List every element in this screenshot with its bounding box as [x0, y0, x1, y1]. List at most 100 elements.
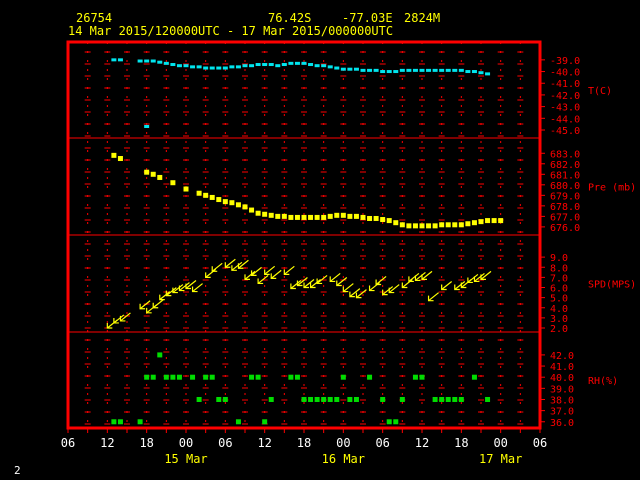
pressure-point [288, 214, 294, 220]
temp-point [373, 68, 379, 72]
temp-point [380, 70, 386, 74]
y-tick-label: 38.0 [550, 395, 574, 406]
pressure-point [373, 215, 379, 221]
pressure-point [308, 214, 314, 220]
temp-point [393, 70, 399, 74]
temp-point [432, 68, 438, 72]
pressure-point [327, 213, 333, 219]
pressure-point [209, 194, 215, 200]
date-label: 15 Mar [164, 452, 207, 466]
rh-point [157, 352, 163, 358]
y-tick-label: 41.0 [550, 362, 574, 373]
rh-point [262, 419, 268, 425]
temp-point [209, 66, 215, 70]
temp-point [176, 64, 182, 68]
y-tick-label: 36.0 [550, 418, 574, 429]
date-label: 16 Mar [322, 452, 365, 466]
pressure-point [255, 210, 261, 216]
y-tick-label: 677.0 [550, 212, 580, 223]
temp-point [426, 68, 432, 72]
rh-point [255, 374, 261, 380]
pressure-point [222, 199, 228, 205]
temp-point [445, 68, 451, 72]
y-tick-label: 679.0 [550, 191, 580, 202]
temp-point [196, 65, 202, 69]
pressure-point [196, 190, 202, 196]
y-tick-label: -44.0 [550, 114, 580, 125]
x-tick-label: 06 [61, 436, 75, 450]
x-tick-label: 06 [218, 436, 232, 450]
x-tick-label: 00 [336, 436, 350, 450]
temp-point [111, 58, 117, 62]
rh-point [386, 419, 392, 425]
wind-arrow [401, 279, 413, 288]
x-tick-label: 18 [297, 436, 311, 450]
rh-point [419, 374, 425, 380]
temp-point [347, 67, 353, 71]
series-2 [106, 258, 492, 329]
rh-point [399, 396, 405, 402]
temp-point [386, 70, 392, 74]
pressure-point [321, 214, 327, 220]
temp-point [301, 61, 307, 65]
rh-point [412, 374, 418, 380]
x-tick-label: 18 [139, 436, 153, 450]
temp-point [216, 66, 222, 70]
rh-point [176, 374, 182, 380]
rh-point [288, 374, 294, 380]
x-tick-label: 06 [533, 436, 547, 450]
temp-point [117, 58, 123, 62]
rh-point [393, 419, 399, 425]
rh-point [301, 396, 307, 402]
rh-point [137, 419, 143, 425]
panel-label: Pre (mb) [588, 183, 636, 194]
rh-point [458, 396, 464, 402]
pressure-point [268, 212, 274, 218]
rh-point [439, 396, 445, 402]
pressure-point [347, 213, 353, 219]
pressure-point [393, 220, 399, 226]
y-tick-label: 681.0 [550, 170, 580, 181]
pressure-point [150, 171, 156, 177]
pressure-point [485, 218, 491, 224]
y-tick-label: -45.0 [550, 126, 580, 137]
pressure-point [491, 218, 497, 224]
temp-point [275, 64, 281, 68]
pressure-point [249, 207, 255, 213]
temp-point [353, 67, 359, 71]
rh-point [432, 396, 438, 402]
rh-point [327, 396, 333, 402]
pressure-point [340, 212, 346, 218]
pressure-point [144, 169, 150, 175]
temp-point [137, 59, 143, 63]
wind-arrow [152, 299, 164, 309]
rh-point [222, 396, 228, 402]
rh-point [321, 396, 327, 402]
temp-point [144, 124, 150, 128]
rh-point [367, 374, 373, 380]
temp-point [163, 61, 169, 65]
pressure-point [314, 214, 320, 220]
temp-point [150, 59, 156, 63]
rh-point [471, 374, 477, 380]
pressure-point [498, 218, 504, 224]
pressure-point [301, 214, 307, 220]
y-tick-label: 680.0 [550, 181, 580, 192]
rh-point [334, 396, 340, 402]
panel-label: RH(%) [588, 376, 618, 387]
y-tick-label: -43.0 [550, 103, 580, 114]
temp-point [183, 64, 189, 68]
rh-point [209, 374, 215, 380]
y-tick-label: 676.0 [550, 223, 580, 234]
pressure-point [452, 222, 458, 228]
wind-arrow [369, 282, 380, 292]
pressure-point [216, 197, 222, 203]
temp-point [262, 63, 268, 67]
pressure-point [458, 222, 464, 228]
pressure-point [334, 212, 340, 218]
rh-point [144, 374, 150, 380]
wind-arrow [441, 281, 453, 290]
y-tick-label: 2.0 [550, 324, 568, 335]
rh-point [380, 396, 386, 402]
wind-arrow [224, 258, 236, 268]
